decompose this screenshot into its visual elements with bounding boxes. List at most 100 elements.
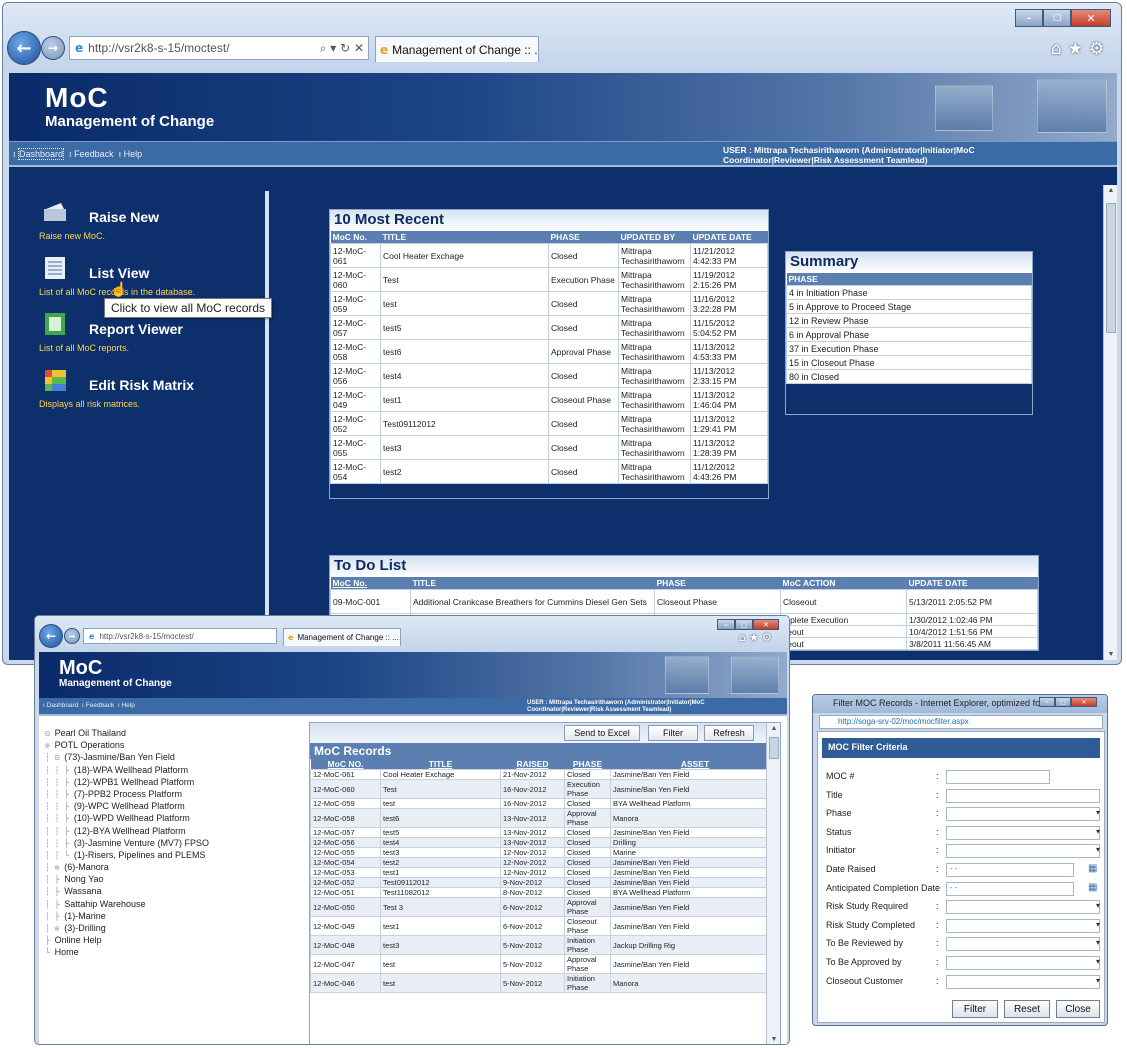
filter-input[interactable]: - - — [946, 881, 1074, 896]
table-row[interactable]: 12-MoC-049 test1 6-Nov-2012 Closeout Phase J… — [310, 916, 780, 936]
tree-node[interactable]: ┆ ┆ ├ (3)-Jasmine Venture (MV7) FPSO — [45, 838, 295, 850]
table-row[interactable]: 12-MoC-061 Cool Heater Exchage 21-Nov-2012… — [310, 769, 780, 780]
filter-input[interactable] — [946, 937, 1100, 952]
dropdown-arrow-icon[interactable]: ▾ — [1096, 976, 1100, 985]
tree-node[interactable]: ⊟ Pearl Oil Thailand — [45, 728, 295, 740]
close-icon[interactable]: ✕ — [1071, 697, 1097, 707]
recent-row[interactable]: 12-MoC-057 test5 Closed Mittrapa Techasirit… — [330, 315, 768, 340]
browser-tab-2[interactable]: e Management of Change :: ... — [283, 628, 401, 646]
table-row[interactable]: 12-MoC-048 test3 5-Nov-2012 Initiation Phas… — [310, 935, 780, 955]
table-row[interactable]: 12-MoC-056 test4 13-Nov-2012 Closed Drilling — [310, 837, 780, 848]
nav-dashboard[interactable]: Dashboard — [47, 702, 79, 709]
tree-node[interactable]: ┆ ├ Wassana — [45, 886, 295, 898]
table-row[interactable]: 12-MoC-060 Test 16-Nov-2012 Execution Phase… — [310, 779, 780, 799]
tree-node[interactable]: ┆ ┆ ├ (7)-PPB2 Process Platform — [45, 789, 295, 801]
recent-row[interactable]: 12-MoC-056 test4 Closed Mittrapa Techasirit… — [330, 363, 768, 388]
table-row[interactable]: 12-MoC-047 test 5-Nov-2012 Approval Phase Ja… — [310, 954, 780, 974]
main-scrollbar[interactable]: ▲ ▼ — [1103, 185, 1117, 660]
filter-input[interactable] — [946, 956, 1100, 970]
back-arrow-icon[interactable]: ← — [39, 624, 63, 648]
table-row[interactable]: 12-MoC-058 test6 13-Nov-2012 Approval Phase… — [310, 808, 780, 828]
tree-node[interactable]: ┆ ├ Nong Yao — [45, 874, 295, 886]
tree-node[interactable]: └ Home — [45, 947, 295, 959]
back-arrow-icon[interactable]: ← — [7, 31, 41, 65]
maximize-icon[interactable]: □ — [1055, 697, 1071, 707]
calendar-icon[interactable]: ▦ — [1088, 863, 1097, 874]
filter-input[interactable] — [946, 900, 1100, 915]
recent-row[interactable]: 12-MoC-052 Test09112012 Closed Mittrapa Tec… — [330, 411, 768, 436]
address-bar[interactable]: e http://vsr2k8-s-15/moctest/ ⌕ ▾ ↻ ✕ — [69, 36, 369, 60]
filter-input[interactable] — [946, 825, 1100, 840]
tree-node[interactable]: ┆ ├ Sattahip Warehouse — [45, 899, 295, 911]
settings-gear-icon[interactable]: ⚙ — [1089, 39, 1110, 59]
scroll-down-icon[interactable]: ▼ — [1104, 651, 1117, 658]
tree-node[interactable]: ┆ ┆ └ (1)-Risers, Pipelines and PLEMS — [45, 850, 295, 862]
maximize-icon[interactable]: □ — [735, 619, 753, 630]
todo-col-moc-no[interactable]: MoC No. — [330, 577, 411, 590]
filter-input[interactable] — [946, 844, 1100, 859]
tree-node[interactable]: ┆ ┆ ├ (9)-WPC Wellhead Platform — [45, 801, 295, 813]
filter-button[interactable]: Filter — [648, 725, 698, 741]
sidebar-item-risk-matrix[interactable]: Edit Risk Matrix Displays all risk matri… — [39, 369, 269, 425]
dropdown-arrow-icon[interactable]: ▾ — [1096, 827, 1100, 836]
records-scrollbar[interactable]: ▲ ▼ — [766, 723, 781, 1044]
rec-col-title[interactable]: TITLE — [380, 759, 501, 770]
table-row[interactable]: 12-MoC-052 Test09112012 9-Nov-2012 Closed Ja… — [310, 877, 780, 888]
recent-row[interactable]: 12-MoC-054 test2 Closed Mittrapa Techasirit… — [330, 459, 768, 484]
recent-row[interactable]: 12-MoC-060 Test Execution Phase Mittrapa Te… — [330, 267, 768, 292]
dropdown-arrow-icon[interactable]: ▾ — [1096, 957, 1100, 966]
send-to-excel-button[interactable]: Send to Excel — [564, 725, 640, 741]
filter-input[interactable] — [946, 807, 1100, 822]
recent-row[interactable]: 12-MoC-055 test3 Closed Mittrapa Techasirit… — [330, 435, 768, 460]
forward-arrow-icon[interactable]: → — [41, 36, 65, 60]
tree-node[interactable]: ┆ ┆ ├ (12)-BYA Wellhead Platform — [45, 826, 295, 838]
settings-gear-icon[interactable]: ⚙ — [762, 631, 775, 644]
rec-col-moc-no[interactable]: MoC NO. — [310, 759, 381, 770]
nav-help[interactable]: Help — [124, 149, 143, 159]
tree-node[interactable]: ┆ ┆ ├ (10)-WPD Wellhead Platform — [45, 813, 295, 825]
nav-feedback[interactable]: Feedback — [74, 149, 114, 159]
scroll-up-icon[interactable]: ▲ — [767, 725, 781, 732]
tree-node[interactable]: ┆ ⊟ (73)-Jasmine/Ban Yen Field — [45, 752, 295, 764]
home-icon[interactable]: ⌂ — [739, 631, 749, 644]
recent-row[interactable]: 12-MoC-049 test1 Closeout Phase Mittrapa Te… — [330, 387, 768, 412]
recent-row[interactable]: 12-MoC-061 Cool Heater Exchage Closed Mittr… — [330, 243, 768, 268]
tree-node[interactable]: ┆ ⊕ (3)-Drilling — [45, 923, 295, 935]
table-row[interactable]: 12-MoC-054 test2 12-Nov-2012 Closed Jasmine/… — [310, 857, 780, 868]
tree-node[interactable]: ┆ ┆ ├ (12)-WPB1 Wellhead Platform — [45, 777, 295, 789]
favorites-star-icon[interactable]: ★ — [749, 631, 762, 644]
close-icon[interactable]: ✕ — [1071, 9, 1111, 27]
table-row[interactable]: 12-MoC-059 test 16-Nov-2012 Closed BYA Wellh… — [310, 798, 780, 809]
reset-button[interactable]: Reset — [1004, 1000, 1050, 1018]
rec-col-raised[interactable]: RAISED — [500, 759, 565, 770]
calendar-icon[interactable]: ▦ — [1088, 882, 1097, 893]
table-row[interactable]: 12-MoC-051 Test11082012 8-Nov-2012 Closed BY… — [310, 887, 780, 898]
tree-node[interactable]: ├ Online Help — [45, 935, 295, 947]
rec-col-phase[interactable]: PHASE — [564, 759, 611, 770]
filter-input[interactable] — [946, 974, 1100, 989]
nav-help[interactable]: Help — [121, 702, 134, 709]
tree-node[interactable]: ┆ ⊕ (6)-Manora — [45, 862, 295, 874]
filter-input[interactable] — [946, 770, 1050, 784]
table-row[interactable]: 12-MoC-046 test 5-Nov-2012 Initiation Phase… — [310, 973, 780, 993]
browser-tab[interactable]: e Management of Change :: ... ✕ — [375, 36, 539, 62]
dropdown-arrow-icon[interactable]: ▾ — [1096, 920, 1100, 929]
sidebar-item-raise-new[interactable]: Raise New Raise new MoC. — [39, 201, 269, 257]
tree-node[interactable]: ⊕ POTL Operations — [45, 740, 295, 752]
minimize-icon[interactable]: – — [717, 619, 735, 630]
scroll-down-icon[interactable]: ▼ — [767, 1036, 781, 1043]
home-icon[interactable]: ⌂ — [1051, 39, 1068, 59]
table-row[interactable]: 12-MoC-057 test5 13-Nov-2012 Closed Jasmine/… — [310, 827, 780, 838]
dropdown-arrow-icon[interactable]: ▾ — [1096, 938, 1100, 947]
dropdown-arrow-icon[interactable]: ▾ — [1096, 901, 1100, 910]
dropdown-arrow-icon[interactable]: ▾ — [1096, 845, 1100, 854]
forward-arrow-icon[interactable]: → — [64, 628, 80, 644]
nav-dashboard[interactable]: Dashboard — [18, 148, 65, 160]
filter-input[interactable] — [946, 918, 1100, 933]
recent-row[interactable]: 12-MoC-059 test Closed Mittrapa Techasirith… — [330, 291, 768, 316]
tree-node[interactable]: ┆ ┆ ├ (18)-WPA Wellhead Platform — [45, 765, 295, 777]
address-controls[interactable]: ⌕ ▾ ↻ ✕ — [320, 41, 364, 56]
favorites-star-icon[interactable]: ★ — [1068, 39, 1089, 59]
close-button[interactable]: Close — [1056, 1000, 1100, 1018]
sidebar-item-report-viewer[interactable]: Report Viewer List of all MoC reports. — [39, 313, 269, 369]
